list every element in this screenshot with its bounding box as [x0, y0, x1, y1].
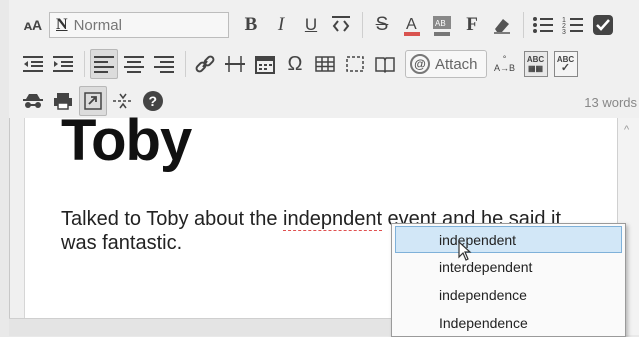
incognito-icon[interactable] [19, 86, 47, 116]
paragraph-style-select[interactable]: N Normal [49, 12, 229, 38]
suggestion-item[interactable]: interdependent [392, 253, 625, 281]
misspelled-word[interactable]: indepndent [283, 208, 382, 231]
align-right-icon[interactable] [150, 49, 178, 79]
style-letter: N [56, 16, 68, 33]
check-glyph: ✓ [560, 62, 571, 74]
spellcheck-toggle-icon[interactable]: ABC ✓ [553, 51, 578, 77]
separator [84, 51, 85, 77]
font-size-icon[interactable]: ᴀA [19, 10, 47, 40]
scroll-up-icon[interactable]: ^ [624, 124, 629, 136]
suggestion-item[interactable]: Independence [392, 309, 625, 337]
eraser-icon[interactable] [488, 10, 516, 40]
spelling-suggestions-menu: independent interdependent independence … [391, 223, 626, 337]
find-replace-icon[interactable]: ° A→B [491, 49, 519, 79]
align-center-icon[interactable] [120, 49, 148, 79]
special-character-icon[interactable]: Ω [281, 49, 309, 79]
align-left-icon[interactable] [90, 49, 118, 79]
indent-icon[interactable] [49, 49, 77, 79]
checklist-icon[interactable] [589, 10, 617, 40]
style-value: Normal [73, 16, 122, 34]
bold-icon[interactable]: B [237, 10, 265, 40]
svg-text:A: A [406, 16, 417, 33]
section-icon[interactable] [341, 49, 369, 79]
abc-label: ABC [526, 55, 545, 64]
toolbar: ᴀA N Normal B I U S A AB F 123 Ω @ Attac… [9, 0, 639, 118]
suggestion-item[interactable]: independent [395, 226, 622, 253]
attach-label: Attach [435, 55, 478, 73]
spellcheck-icon[interactable]: ABC ▦▦ [523, 51, 548, 77]
paragraph-text-before: Talked to Toby about the [61, 208, 284, 230]
font-color-icon[interactable]: A [398, 10, 426, 40]
numbered-list-icon[interactable]: 123 [559, 10, 587, 40]
code-icon[interactable] [327, 10, 355, 40]
svg-text:AB: AB [435, 19, 446, 28]
document-title[interactable]: Toby [61, 107, 192, 174]
separator [523, 12, 524, 38]
mouse-cursor-icon [458, 241, 472, 261]
toolbar-row-2: Ω @ Attach ° A→B ABC ▦▦ ABC ✓ [19, 47, 581, 81]
suggestion-item[interactable]: independence [392, 281, 625, 309]
italic-icon[interactable]: I [267, 10, 295, 40]
separator [362, 12, 363, 38]
svg-text:3: 3 [562, 29, 566, 35]
link-icon[interactable] [191, 49, 219, 79]
separator [185, 51, 186, 77]
book-icon[interactable] [371, 49, 399, 79]
calendar-icon[interactable] [251, 49, 279, 79]
strikethrough-icon[interactable]: S [368, 10, 396, 40]
font-family-icon[interactable]: F [458, 10, 486, 40]
toolbar-row-1: ᴀA N Normal B I U S A AB F 123 [19, 8, 619, 42]
attach-button[interactable]: @ Attach [405, 50, 487, 78]
paperclip-icon: @ [410, 54, 430, 74]
bullet-list-icon[interactable] [529, 10, 557, 40]
outdent-icon[interactable] [19, 49, 47, 79]
grid-glyph: ▦▦ [527, 64, 544, 73]
horizontal-rule-icon[interactable] [221, 49, 249, 79]
highlight-icon[interactable]: AB [428, 10, 456, 40]
underline-icon[interactable]: U [297, 10, 325, 40]
table-icon[interactable] [311, 49, 339, 79]
word-count: 13 words [584, 95, 637, 110]
